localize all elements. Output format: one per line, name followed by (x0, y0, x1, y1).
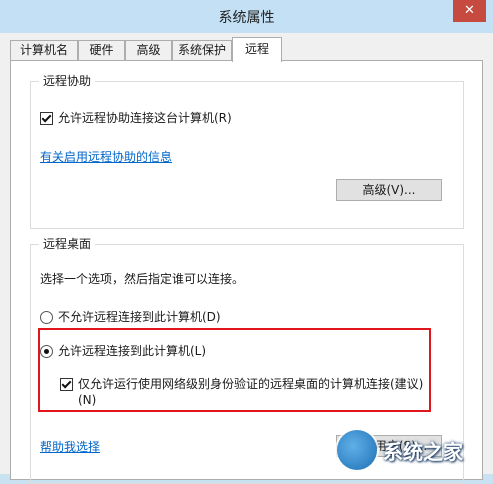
option-allow-radio[interactable] (40, 345, 53, 358)
title-bar[interactable]: 系统属性 ✕ (0, 0, 493, 33)
assistance-info-link[interactable]: 有关启用远程协助的信息 (40, 148, 172, 165)
option-allow-label: 允许远程连接到此计算机(L) (58, 344, 207, 358)
option-deny-radio[interactable] (40, 311, 53, 324)
tab-panel-remote: 远程协助 允许远程协助连接这台计算机(R) 有关启用远程协助的信息 高级(V).… (10, 60, 483, 484)
watermark: 系统之家 (337, 426, 493, 474)
tab-strip: 计算机名 硬件 高级 系统保护 远程 (0, 33, 493, 62)
close-button[interactable]: ✕ (453, 0, 486, 22)
help-me-choose-link[interactable]: 帮助我选择 (40, 438, 100, 455)
nla-checkbox[interactable] (60, 378, 73, 391)
allow-assistance-row[interactable]: 允许远程协助连接这台计算机(R) (40, 110, 232, 126)
nla-label-line2: (N) (78, 393, 97, 407)
tab-advanced[interactable]: 高级 (125, 40, 172, 60)
tab-computer-name[interactable]: 计算机名 (10, 40, 78, 60)
tab-remote[interactable]: 远程 (232, 37, 282, 62)
option-deny-label: 不允许远程连接到此计算机(D) (58, 310, 221, 324)
tab-system-protection[interactable]: 系统保护 (172, 40, 232, 60)
advanced-button[interactable]: 高级(V)... (336, 179, 442, 201)
allow-assistance-label: 允许远程协助连接这台计算机(R) (58, 111, 232, 125)
remote-assistance-title: 远程协助 (39, 73, 96, 89)
watermark-logo-icon (337, 430, 377, 470)
instruction-text: 选择一个选项，然后指定谁可以连接。 (40, 272, 245, 286)
nla-label: 仅允许运行使用网络级别身份验证的远程桌面的计算机连接(建议) (N) (78, 376, 423, 408)
close-icon: ✕ (464, 3, 475, 18)
system-properties-window: 系统属性 ✕ 计算机名 硬件 高级 系统保护 远程 远程协助 允许远程协助连接这… (0, 0, 493, 484)
option-allow-row[interactable]: 允许远程连接到此计算机(L) (40, 343, 206, 359)
watermark-text: 系统之家 (383, 439, 463, 464)
window-title: 系统属性 (218, 10, 275, 26)
nla-row[interactable]: 仅允许运行使用网络级别身份验证的远程桌面的计算机连接(建议) (N) (60, 376, 440, 408)
allow-assistance-checkbox[interactable] (40, 112, 53, 125)
remote-assistance-group: 远程协助 允许远程协助连接这台计算机(R) 有关启用远程协助的信息 高级(V).… (30, 73, 464, 229)
nla-label-line1: 仅允许运行使用网络级别身份验证的远程桌面的计算机连接(建议) (78, 377, 424, 391)
tab-hardware[interactable]: 硬件 (78, 40, 125, 60)
remote-desktop-instruction: 选择一个选项，然后指定谁可以连接。 (40, 271, 244, 287)
remote-desktop-title: 远程桌面 (39, 236, 96, 252)
option-deny-row[interactable]: 不允许远程连接到此计算机(D) (40, 309, 221, 325)
